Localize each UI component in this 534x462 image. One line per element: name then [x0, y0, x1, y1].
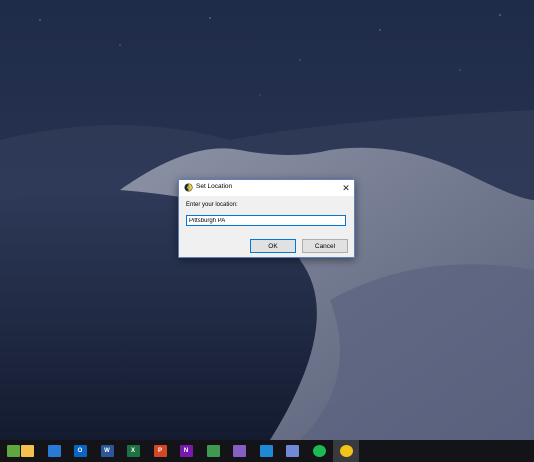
powerpoint-icon: P: [153, 445, 167, 457]
close-button[interactable]: ✕: [338, 180, 354, 196]
taskbar-item-sketch-app[interactable]: [200, 440, 226, 462]
ok-button[interactable]: OK: [250, 239, 296, 253]
outlook-icon: O: [73, 445, 87, 457]
file-explorer-icon: [20, 445, 34, 457]
set-location-dialog: Set Location ✕ Enter your location: OK C…: [178, 179, 355, 258]
word-icon: W: [100, 445, 114, 457]
store-icon: [47, 445, 61, 457]
location-input[interactable]: [186, 215, 346, 226]
taskbar-item-weather-app[interactable]: [333, 440, 359, 462]
taskbar-item-word[interactable]: W: [94, 440, 120, 462]
taskbar-item-vscode[interactable]: [253, 440, 279, 462]
sketch-app-icon: [206, 445, 220, 457]
taskbar-item-spotify[interactable]: [306, 440, 332, 462]
onenote-icon: N: [179, 445, 193, 457]
taskbar-item-store[interactable]: [41, 440, 67, 462]
excel-icon: X: [126, 445, 140, 457]
dialog-title: Set Location: [196, 183, 233, 190]
taskbar-item-excel[interactable]: X: [120, 440, 146, 462]
taskbar-item-file-explorer[interactable]: [14, 440, 40, 462]
weather-app-icon: [339, 445, 353, 457]
taskbar-item-outlook[interactable]: O: [67, 440, 93, 462]
dialog-titlebar[interactable]: Set Location ✕: [179, 180, 354, 196]
taskbar-item-visual-studio[interactable]: [226, 440, 252, 462]
visual-studio-icon: [232, 445, 246, 457]
cancel-button[interactable]: Cancel: [302, 239, 348, 253]
discord-icon: [285, 445, 299, 457]
taskbar-item-discord[interactable]: [279, 440, 305, 462]
taskbar: O WX PN: [0, 440, 534, 462]
taskbar-item-onenote[interactable]: N: [173, 440, 199, 462]
app-logo-icon: [184, 183, 193, 192]
taskbar-item-powerpoint[interactable]: P: [147, 440, 173, 462]
spotify-icon: [312, 445, 326, 457]
location-prompt-label: Enter your location:: [186, 202, 238, 208]
vscode-icon: [259, 445, 273, 457]
close-icon: ✕: [342, 182, 350, 193]
